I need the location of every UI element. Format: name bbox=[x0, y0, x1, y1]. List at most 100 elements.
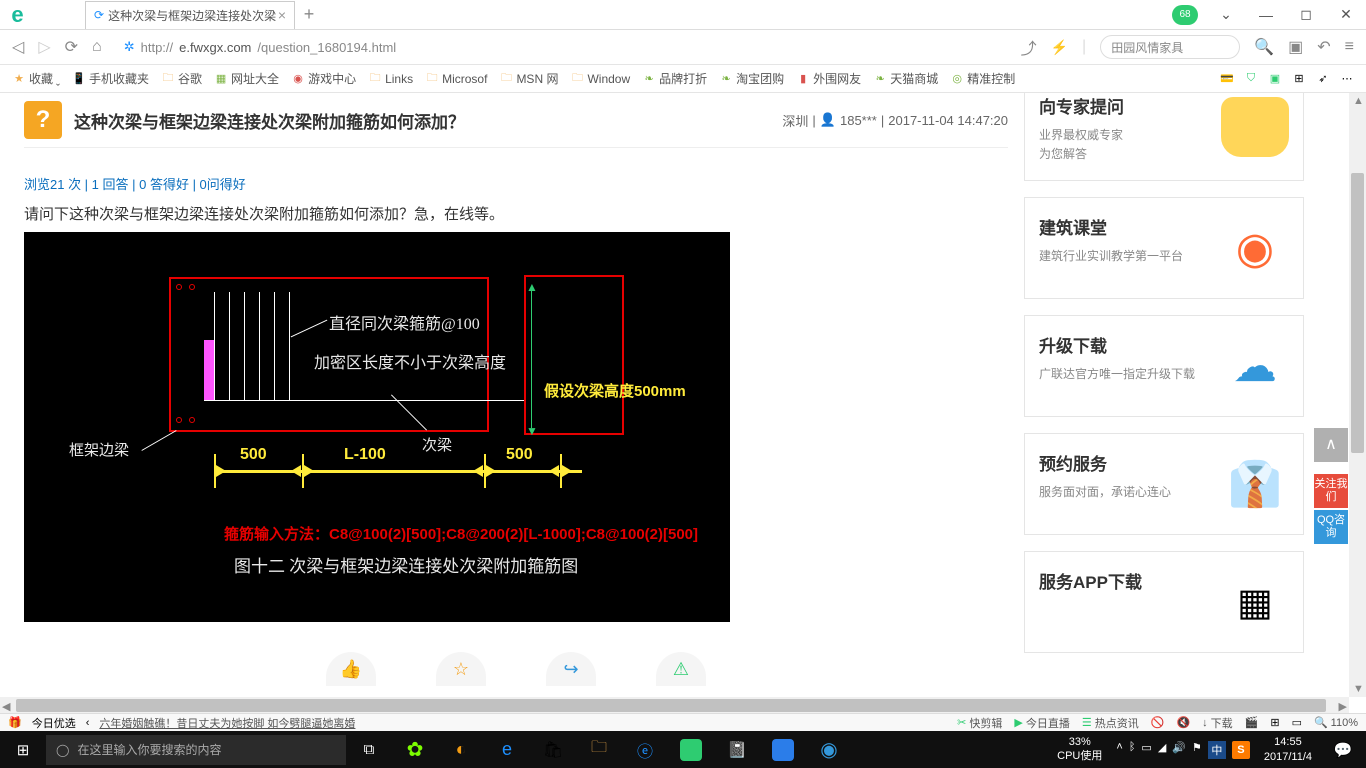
zoom-level[interactable]: 🔍110% bbox=[1314, 716, 1358, 729]
task-view-button[interactable]: ⧉ bbox=[346, 731, 392, 768]
search-icon[interactable]: 🔍 bbox=[1254, 37, 1274, 57]
horizontal-scrollbar[interactable]: ◀ ▶ bbox=[0, 697, 1349, 714]
battery-icon[interactable]: ▭ bbox=[1141, 741, 1151, 759]
bookmark-mobile[interactable]: 📱手机收藏夹 bbox=[72, 70, 149, 87]
bookmark-google[interactable]: 🗀谷歌 bbox=[161, 70, 202, 87]
scroll-up-icon[interactable]: ▲ bbox=[1353, 95, 1364, 107]
speed-icon[interactable]: ⚡ bbox=[1051, 39, 1068, 56]
app-notes[interactable]: 📓 bbox=[714, 731, 760, 768]
download-status[interactable]: ↓下载 bbox=[1202, 715, 1233, 731]
bookmark-tmall[interactable]: ❧天猫商城 bbox=[873, 70, 938, 87]
leader-line bbox=[141, 430, 176, 451]
wifi-icon[interactable]: ◢ bbox=[1158, 741, 1166, 759]
scroll-top-button[interactable]: ∧ bbox=[1314, 428, 1348, 462]
scroll-thumb[interactable] bbox=[1351, 173, 1364, 453]
app-360browser[interactable] bbox=[668, 731, 714, 768]
hot-news[interactable]: ☰热点资讯 bbox=[1082, 715, 1139, 731]
clock[interactable]: 14:55 2017/11/4 bbox=[1256, 735, 1320, 764]
notifications-button[interactable]: 💬 bbox=[1320, 731, 1366, 768]
scroll-thumb[interactable] bbox=[16, 699, 1326, 712]
home-button[interactable]: ⌂ bbox=[92, 38, 102, 56]
news-ticker[interactable]: 六年婚姻触礁！昔日丈夫为她按脚 如今劈腿逼她离婚 bbox=[99, 715, 355, 731]
card-ask-expert[interactable]: 向专家提问业界最权威专家 为您解答 bbox=[1024, 93, 1304, 181]
shield-icon[interactable]: ⛉ bbox=[1244, 72, 1258, 86]
ime-indicator[interactable]: 中 bbox=[1208, 741, 1226, 759]
share-button[interactable]: ↪ bbox=[546, 652, 596, 686]
start-button[interactable]: ⊞ bbox=[0, 731, 46, 768]
bluetooth-icon[interactable]: ᛒ bbox=[1129, 741, 1136, 759]
app-icon[interactable]: ▭ bbox=[1292, 716, 1302, 729]
new-tab-button[interactable]: + bbox=[295, 1, 323, 29]
search-box[interactable]: 田园风情家具 bbox=[1100, 35, 1240, 59]
bookmark-ms[interactable]: 🗀Microsof bbox=[425, 72, 487, 86]
minimize-button[interactable]: — bbox=[1246, 0, 1286, 30]
cortana-search[interactable]: ◯ 在这里输入你要搜索的内容 bbox=[46, 735, 346, 765]
card-classroom[interactable]: 建筑课堂建筑行业实训教学第一平台 ◉ bbox=[1024, 197, 1304, 299]
scroll-down-icon[interactable]: ▼ bbox=[1353, 683, 1364, 695]
extension-icon[interactable]: ▣ bbox=[1268, 72, 1282, 86]
app-browser2[interactable]: ◉ bbox=[806, 731, 852, 768]
app-explorer[interactable]: 🗀 bbox=[576, 731, 622, 768]
app-360[interactable]: ✿ bbox=[392, 731, 438, 768]
mute-icon[interactable]: 🔇 bbox=[1176, 716, 1190, 729]
volume-icon[interactable]: 🔊 bbox=[1172, 741, 1186, 759]
like-button[interactable]: 👍 bbox=[326, 652, 376, 686]
bookmark-links[interactable]: 🗀Links bbox=[368, 72, 413, 86]
cpu-meter[interactable]: 33% CPU使用 bbox=[1049, 736, 1110, 762]
vertical-scrollbar[interactable]: ▲ ▼ bbox=[1349, 93, 1366, 697]
bookmark-control[interactable]: ◎精准控制 bbox=[950, 70, 1015, 87]
back-button[interactable]: ◁ bbox=[12, 37, 24, 57]
gift-icon[interactable]: 🎁 bbox=[8, 716, 22, 729]
report-button[interactable]: ⚠ bbox=[656, 652, 706, 686]
share-icon[interactable]: ⤴ bbox=[1021, 35, 1037, 59]
card-upgrade[interactable]: 升级下载广联达官方唯一指定升级下载 ☁ bbox=[1024, 315, 1304, 417]
pip-icon[interactable]: 🎬 bbox=[1245, 716, 1259, 729]
bookmark-msn[interactable]: 🗀MSN 网 bbox=[499, 70, 558, 87]
card-app-download[interactable]: 服务APP下载 ▦ bbox=[1024, 551, 1304, 653]
block-icon[interactable]: 🚫 bbox=[1151, 716, 1165, 729]
favorite-icon[interactable]: ▣ bbox=[1288, 37, 1303, 57]
reload-button[interactable]: ⟳ bbox=[65, 37, 78, 57]
bookmark-taobao[interactable]: ❧淘宝团购 bbox=[719, 70, 784, 87]
bookmark-foreign[interactable]: ▮外围网友 bbox=[796, 70, 861, 87]
extension-badge[interactable]: 68 bbox=[1172, 5, 1198, 25]
scroll-right-icon[interactable]: ▶ bbox=[1339, 700, 1347, 713]
today-picks[interactable]: 今日优选 bbox=[32, 715, 76, 731]
tray-up-icon[interactable]: ˄ bbox=[1116, 741, 1122, 759]
app-safe[interactable]: ◐ bbox=[438, 731, 484, 768]
sogou-ime-icon[interactable]: S bbox=[1232, 741, 1250, 759]
live-today[interactable]: ▶今日直播 bbox=[1014, 715, 1069, 731]
history-icon[interactable]: ↶ bbox=[1317, 37, 1330, 57]
app-edge[interactable]: e bbox=[484, 731, 530, 768]
bookmark-games[interactable]: ◉游戏中心 bbox=[291, 70, 356, 87]
scan-icon[interactable]: ⊞ bbox=[1292, 72, 1306, 86]
favorite-button[interactable]: ☆ bbox=[436, 652, 486, 686]
close-button[interactable]: ✕ bbox=[1326, 0, 1366, 30]
follow-button[interactable]: 关注我们 bbox=[1314, 474, 1348, 508]
bookmark-win[interactable]: 🗀Window bbox=[570, 72, 630, 86]
wallet-icon[interactable]: 💳 bbox=[1220, 72, 1234, 86]
window-dropdown-icon[interactable]: ⌄ bbox=[1206, 0, 1246, 30]
app-tool[interactable] bbox=[760, 731, 806, 768]
flag-icon[interactable]: ⚑ bbox=[1192, 741, 1202, 759]
menu-icon[interactable]: ≡ bbox=[1345, 38, 1354, 56]
scroll-left-icon[interactable]: ◀ bbox=[2, 700, 10, 713]
app-store[interactable]: 🛍 bbox=[530, 731, 576, 768]
more-icon[interactable]: ⋯ bbox=[1340, 72, 1354, 86]
browser-logo[interactable]: e bbox=[0, 0, 35, 30]
url-input[interactable]: ✲ http://e.fwxgx.com/question_1680194.ht… bbox=[116, 39, 1007, 55]
card-service[interactable]: 预约服务服务面对面，承诺心连心 👔 bbox=[1024, 433, 1304, 535]
tab-close-icon[interactable]: × bbox=[278, 7, 286, 23]
news-prev-icon[interactable]: ‹ bbox=[86, 717, 90, 729]
pin-icon[interactable]: ➶ bbox=[1316, 72, 1330, 86]
forward-button[interactable]: ▷ bbox=[38, 37, 50, 57]
browser-tab[interactable]: ⟳ 这种次梁与框架边梁连接处次梁 × bbox=[85, 1, 295, 29]
quick-edit[interactable]: ✂快剪辑 bbox=[957, 715, 1002, 731]
qq-consult-button[interactable]: QQ咨询 bbox=[1314, 510, 1348, 544]
bookmark-sites[interactable]: ▦网址大全 bbox=[214, 70, 279, 87]
bookmark-brand[interactable]: ❧品牌打折 bbox=[642, 70, 707, 87]
app-ie[interactable]: ⓔ bbox=[622, 731, 668, 768]
tool-icon[interactable]: ⊞ bbox=[1270, 716, 1279, 729]
bookmark-fav[interactable]: ★收藏ˬ bbox=[12, 70, 60, 87]
maximize-button[interactable]: ◻ bbox=[1286, 0, 1326, 30]
